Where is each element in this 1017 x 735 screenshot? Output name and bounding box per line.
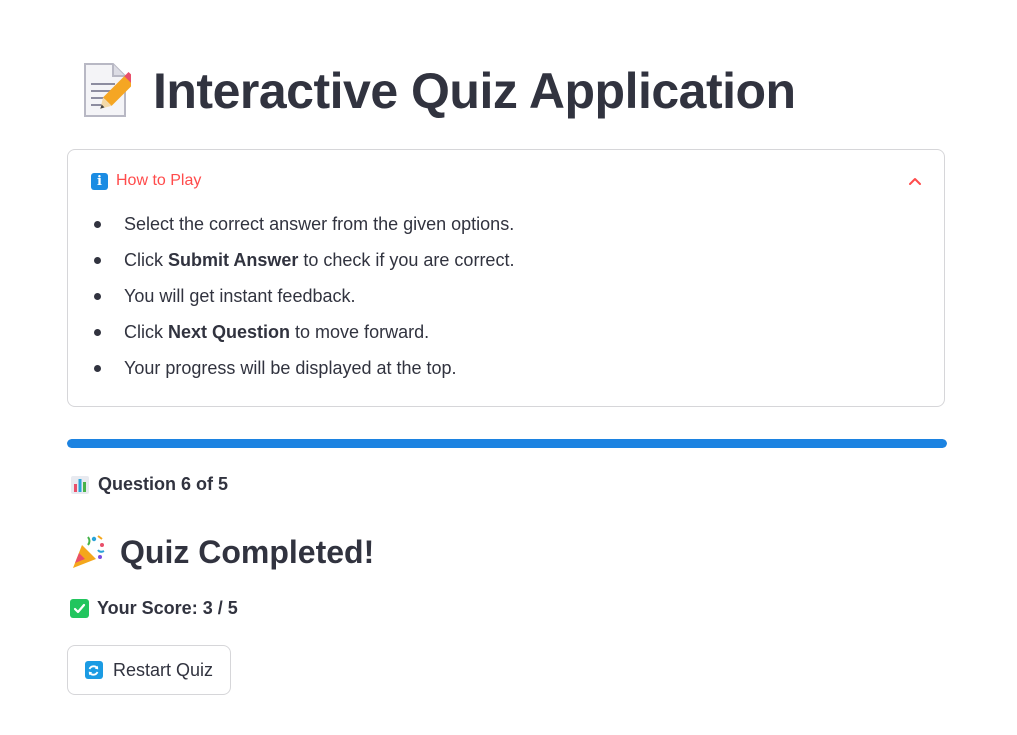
- completion-heading: Quiz Completed!: [70, 533, 374, 571]
- progress-bar: [67, 439, 947, 448]
- question-counter: Question 6 of 5: [70, 474, 228, 495]
- bullet-icon: [94, 365, 101, 372]
- question-counter-label: Question 6 of 5: [98, 474, 229, 494]
- info-icon: i: [91, 172, 108, 190]
- bullet-icon: [94, 221, 101, 228]
- how-to-play-expander: i How to Play Select the correct answer …: [67, 149, 945, 407]
- expander-title: How to Play: [116, 172, 202, 189]
- restart-quiz-button[interactable]: Restart Quiz: [67, 645, 231, 695]
- score-display: Your Score: 3 / 5: [70, 598, 238, 619]
- check-mark-icon: [70, 599, 89, 618]
- score-label: Your Score: 3 / 5: [97, 598, 238, 618]
- refresh-icon: [84, 661, 103, 679]
- bar-chart-icon: [71, 475, 89, 494]
- title-row: Interactive Quiz Application: [81, 62, 796, 120]
- memo-pencil-icon: [84, 63, 131, 117]
- party-popper-icon: [73, 535, 105, 568]
- chevron-up-icon[interactable]: [908, 174, 922, 188]
- expander-header[interactable]: i How to Play: [91, 170, 922, 192]
- page-title: Interactive Quiz Application: [153, 63, 796, 119]
- instructions-list: Select the correct answer from the given…: [92, 214, 924, 394]
- bullet-icon: [94, 293, 101, 300]
- bullet-icon: [94, 329, 101, 336]
- restart-quiz-label: Restart Quiz: [112, 659, 214, 680]
- list-item: Click Next Question to move forward.: [92, 322, 924, 358]
- completion-title: Quiz Completed!: [120, 533, 375, 570]
- progress-bar-fill: [67, 439, 947, 448]
- bullet-icon: [94, 257, 101, 264]
- list-item: Your progress will be displayed at the t…: [92, 358, 924, 394]
- list-item: Select the correct answer from the given…: [92, 214, 924, 250]
- expander-body: Select the correct answer from the given…: [92, 214, 924, 394]
- list-item: Click Submit Answer to check if you are …: [92, 250, 924, 286]
- list-item: You will get instant feedback.: [92, 286, 924, 322]
